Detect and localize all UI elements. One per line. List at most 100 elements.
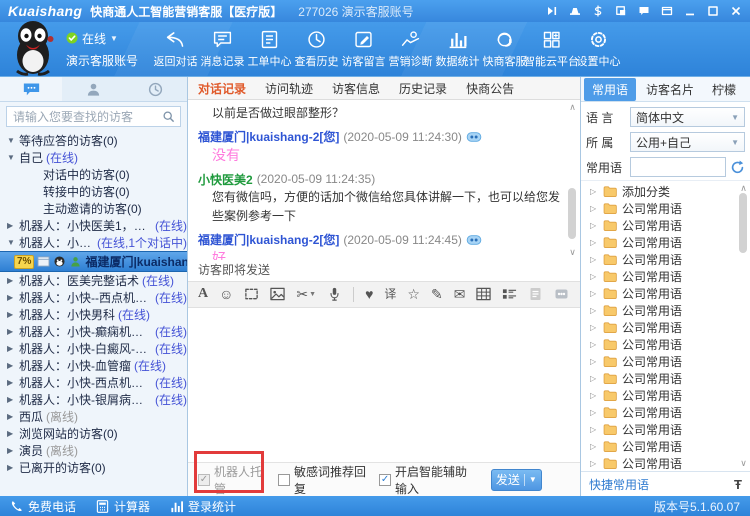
- checkbox[interactable]: ✓: [379, 474, 391, 486]
- tab-柠檬[interactable]: 柠檬: [704, 78, 744, 101]
- folder-item[interactable]: ▷公司常用语: [581, 421, 750, 438]
- scroll-down-icon[interactable]: ∨: [566, 247, 579, 258]
- folder-item[interactable]: ▷公司常用语: [581, 251, 750, 268]
- skin-icon[interactable]: [569, 5, 581, 17]
- panel-icon[interactable]: [661, 5, 673, 17]
- scroll-thumb[interactable]: [568, 188, 576, 239]
- tree-item[interactable]: ▶机器人：小快男科(在线): [0, 306, 187, 323]
- scroll-down-icon[interactable]: ∨: [737, 458, 750, 469]
- scissors-icon[interactable]: ✂▼: [296, 287, 316, 301]
- toolbar-item-cloud-platform[interactable]: 智能云平台: [528, 29, 575, 69]
- minimize-icon[interactable]: [684, 5, 696, 17]
- tab-访问轨迹[interactable]: 访问轨迹: [265, 80, 313, 97]
- folder-item[interactable]: ▷公司常用语: [581, 387, 750, 404]
- quick-phrases-label[interactable]: 快捷常用语: [589, 476, 649, 493]
- folder-item[interactable]: ▷公司常用语: [581, 455, 750, 471]
- send-button[interactable]: 发送▼: [491, 469, 542, 491]
- tab-历史记录[interactable]: 历史记录: [399, 80, 447, 97]
- pen-icon[interactable]: ✎: [431, 287, 443, 301]
- dock-right-icon[interactable]: [546, 5, 558, 17]
- tab-常用语[interactable]: 常用语: [584, 78, 636, 101]
- status-selector[interactable]: 在线 ▼: [66, 30, 138, 47]
- smart-assist-input-option[interactable]: ✓开启智能辅助输入: [379, 463, 478, 497]
- close-icon[interactable]: [730, 5, 742, 17]
- capture-icon[interactable]: [244, 287, 259, 301]
- tree-item[interactable]: 转接中的访客(0): [0, 183, 187, 200]
- toolbar-item-kuaishang-service[interactable]: 快商客服: [481, 29, 528, 69]
- toolbar-item-data-statistics[interactable]: 数据统计: [434, 29, 481, 69]
- folder-item[interactable]: ▷公司常用语: [581, 370, 750, 387]
- phrase-search[interactable]: [630, 157, 726, 177]
- tree-item[interactable]: ▼自己(在线): [0, 149, 187, 166]
- robot-hosting-option[interactable]: ✓机器人托管: [198, 463, 265, 497]
- tree-item[interactable]: ▶机器人：小快医美1，通用话术和...(在线): [0, 217, 187, 234]
- folder-item[interactable]: ▷公司常用语: [581, 438, 750, 455]
- tree-item-selected[interactable]: 7%福建厦门|kuaishang-2[您] (1...: [0, 251, 187, 272]
- tree-item[interactable]: 对话中的访客(0): [0, 166, 187, 183]
- star-icon[interactable]: ☆: [407, 287, 420, 301]
- scroll-up-icon[interactable]: ∧: [566, 102, 579, 113]
- tree-item[interactable]: ▶机器人：小快-血管瘤(在线): [0, 357, 187, 374]
- tree-item[interactable]: ▼机器人：小快医美2(在线,1个对话中): [0, 234, 187, 251]
- folder-item[interactable]: ▷公司常用语: [581, 285, 750, 302]
- screenshot-icon[interactable]: [615, 5, 627, 17]
- reply-input-area[interactable]: [188, 308, 580, 463]
- tree-item[interactable]: ▶已离开的访客(0): [0, 459, 187, 476]
- font-icon[interactable]: A: [198, 287, 208, 301]
- scroll-thumb[interactable]: [739, 193, 747, 253]
- sidebar-tab-chat-bubble[interactable]: [0, 77, 62, 101]
- tab-访客名片[interactable]: 访客名片: [638, 78, 702, 101]
- toolbar-item-ticket-center[interactable]: 工单中心: [246, 29, 293, 69]
- tab-访客信息[interactable]: 访客信息: [332, 80, 380, 97]
- quicklist-icon[interactable]: [502, 287, 517, 301]
- tool-calculator[interactable]: 计算器: [96, 498, 150, 515]
- maximize-icon[interactable]: [707, 5, 719, 17]
- sidebar-tab-person[interactable]: [62, 77, 124, 101]
- tree-item[interactable]: ▶机器人：小快-西点机器人(在线): [0, 374, 187, 391]
- checkbox[interactable]: ✓: [198, 474, 210, 486]
- sidebar-tab-clock[interactable]: [125, 77, 187, 101]
- toolbar-item-return-chat[interactable]: 返回对话: [152, 29, 199, 69]
- folder-item[interactable]: ▷添加分类: [581, 183, 750, 200]
- folder-item[interactable]: ▷公司常用语: [581, 302, 750, 319]
- tree-item[interactable]: ▶机器人：小快-癫痫机器人(在线): [0, 323, 187, 340]
- toolbar-item-settings[interactable]: 设置中心: [575, 29, 622, 69]
- tree-item[interactable]: ▶演员(离线): [0, 442, 187, 459]
- search-icon[interactable]: [162, 110, 175, 123]
- tree-item[interactable]: ▼等待应答的访客(0): [0, 132, 187, 149]
- tree-item[interactable]: ▶机器人：小快-银屑病机器人(在线): [0, 391, 187, 408]
- refresh-icon[interactable]: [730, 160, 745, 175]
- folder-item[interactable]: ▷公司常用语: [581, 268, 750, 285]
- tree-item[interactable]: ▶西瓜(离线): [0, 408, 187, 425]
- heart-icon[interactable]: ♥: [365, 287, 373, 301]
- tab-对话记录[interactable]: 对话记录: [198, 80, 246, 97]
- sensitive-word-reply-option[interactable]: 敏感词推荐回复: [278, 463, 366, 497]
- folder-item[interactable]: ▷公司常用语: [581, 234, 750, 251]
- toolbar-item-view-history[interactable]: 查看历史: [293, 29, 340, 69]
- toolbar-item-visitor-message[interactable]: 访客留言: [340, 29, 387, 69]
- keyboard-shortcut-icon[interactable]: Ŧ: [734, 477, 742, 492]
- table-icon[interactable]: [476, 287, 491, 301]
- search-input[interactable]: [6, 106, 181, 127]
- feedback-icon[interactable]: [638, 5, 650, 17]
- tree-item[interactable]: ▶机器人：小快--西点机器人(在线): [0, 289, 187, 306]
- folder-item[interactable]: ▷公司常用语: [581, 404, 750, 421]
- folder-item[interactable]: ▷公司常用语: [581, 319, 750, 336]
- folder-item[interactable]: ▷公司常用语: [581, 353, 750, 370]
- envelope-icon[interactable]: ✉: [454, 287, 466, 301]
- tree-item[interactable]: 主动邀请的访客(0): [0, 200, 187, 217]
- tab-快商公告[interactable]: 快商公告: [466, 80, 514, 97]
- folder-item[interactable]: ▷公司常用语: [581, 217, 750, 234]
- recharge-icon[interactable]: [592, 5, 604, 17]
- tree-item[interactable]: ▶机器人：小快-白癜风-医院地址为空(在线): [0, 340, 187, 357]
- translate-icon[interactable]: 译: [384, 287, 396, 301]
- language-select[interactable]: 简体中文▼: [630, 107, 745, 127]
- emoji-icon[interactable]: ☺: [219, 287, 233, 301]
- folder-item[interactable]: ▷公司常用语: [581, 200, 750, 217]
- mic-icon[interactable]: [327, 287, 342, 301]
- toolbar-item-message-history[interactable]: 消息记录: [199, 29, 246, 69]
- tool-login-stats[interactable]: 登录统计: [170, 498, 236, 515]
- checkbox[interactable]: [278, 474, 290, 486]
- folder-item[interactable]: ▷公司常用语: [581, 336, 750, 353]
- tool-phone[interactable]: 免费电话: [10, 498, 76, 515]
